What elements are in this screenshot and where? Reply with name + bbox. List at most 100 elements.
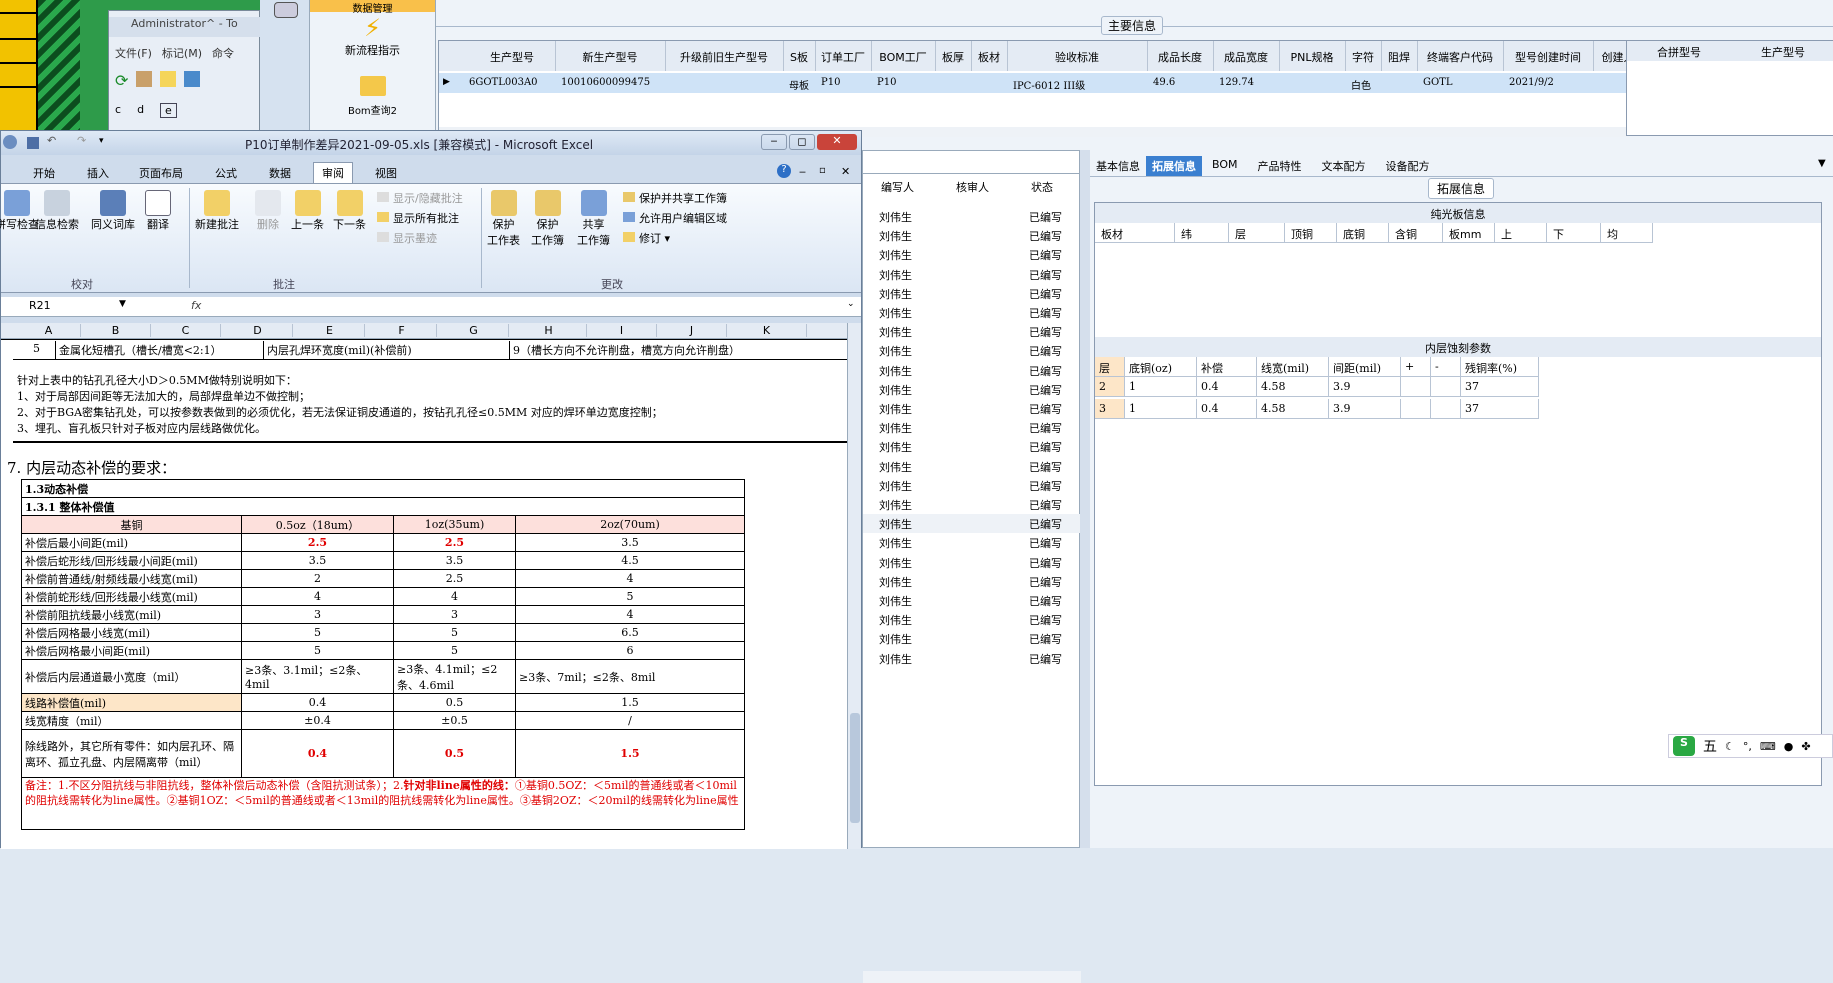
drive-c[interactable]: c <box>115 103 121 118</box>
status-row[interactable]: 刘伟生 已编写 <box>863 476 1081 495</box>
name-box-dropdown-icon[interactable]: ▼ <box>119 299 126 309</box>
fx-icon[interactable]: fx <box>191 299 201 312</box>
new-comment-button[interactable]: 新建批注 <box>195 190 239 232</box>
excel-vscroll-thumb[interactable] <box>850 713 860 823</box>
track-changes-button[interactable]: 修订 ▾ <box>623 230 670 246</box>
main-grid-header[interactable]: 板材 <box>971 49 1007 65</box>
plain-board-header[interactable]: 板mm <box>1443 223 1495 243</box>
plain-board-header[interactable]: 含铜 <box>1389 223 1443 243</box>
inner-etch-cell[interactable]: 37 <box>1461 377 1539 397</box>
main-grid-cell[interactable]: 6GOTL003A0 <box>469 77 555 88</box>
main-grid-header[interactable]: 成品宽度 <box>1213 49 1279 65</box>
inner-etch-cell[interactable]: 3.9 <box>1329 377 1401 397</box>
left-app-menu-mark[interactable]: 标记(M) <box>162 45 202 63</box>
plain-board-header[interactable]: 层 <box>1229 223 1285 243</box>
status-row[interactable]: 刘伟生 已编写 <box>863 457 1081 476</box>
bom-query-button[interactable]: Bom查询2 <box>310 76 435 117</box>
main-grid-cell[interactable]: IPC-6012 III级 <box>1013 77 1153 92</box>
status-row[interactable]: 刘伟生 已编写 <box>863 495 1081 514</box>
ribbon-restore-icon[interactable]: ▫ <box>819 165 826 176</box>
protect-share-button[interactable]: 保护并共享工作簿 <box>623 190 727 206</box>
ime-mode-label[interactable]: 五 <box>1703 736 1717 756</box>
status-row[interactable]: 刘伟生 已编写 <box>863 610 1081 629</box>
main-grid-header[interactable]: 成品长度 <box>1147 49 1213 65</box>
plain-board-header[interactable]: 下 <box>1547 223 1601 243</box>
user-icon[interactable]: ● <box>1784 740 1794 753</box>
moon-icon[interactable]: ☾ <box>1725 740 1735 753</box>
status-row[interactable]: 刘伟生 已编写 <box>863 553 1081 572</box>
main-grid-header[interactable]: 板厚 <box>935 49 971 65</box>
main-grid-header[interactable]: 订单工厂 <box>815 49 871 65</box>
main-grid-header[interactable]: S板 <box>783 49 815 65</box>
main-grid-header[interactable]: 验收标准 <box>1007 49 1147 65</box>
column-header[interactable]: A <box>17 324 81 337</box>
inner-etch-cell[interactable]: 1 <box>1125 377 1197 397</box>
inner-etch-cell[interactable]: 0.4 <box>1197 377 1257 397</box>
thesaurus-button[interactable]: 同义词库 <box>91 190 135 232</box>
plain-board-header[interactable]: 纬 <box>1175 223 1229 243</box>
research-button[interactable]: 信息检索 <box>35 190 79 232</box>
status-row[interactable]: 刘伟生 已编写 <box>863 629 1081 648</box>
excel-app-icon[interactable] <box>3 135 17 149</box>
column-header[interactable]: B <box>81 324 151 337</box>
name-box[interactable]: R21 <box>29 299 51 312</box>
plain-board-header[interactable]: 顶铜 <box>1285 223 1337 243</box>
inner-etch-cell[interactable]: 4.58 <box>1257 377 1329 397</box>
main-grid-header[interactable]: 阻焊 <box>1381 49 1417 65</box>
column-header[interactable]: J <box>657 324 727 337</box>
protect-sheet-button[interactable]: 保护 工作表 <box>487 190 520 248</box>
save-icon[interactable] <box>27 137 39 149</box>
redo-icon[interactable]: ↷ <box>77 134 86 147</box>
main-grid-header[interactable]: 生产型号 <box>469 49 555 65</box>
plain-board-header[interactable]: 底铜 <box>1337 223 1389 243</box>
tab-formula[interactable]: 公式 <box>215 165 237 181</box>
gamepad-icon[interactable] <box>274 2 298 18</box>
tab-layout[interactable]: 页面布局 <box>139 165 183 181</box>
new-flow-button[interactable]: ⚡ 新流程指示 <box>310 14 435 58</box>
grid-icon[interactable] <box>136 71 153 87</box>
tab-product[interactable]: 产品特性 <box>1248 156 1312 176</box>
status-row[interactable]: 刘伟生 已编写 <box>863 265 1081 284</box>
inner-etch-cell[interactable]: 3 <box>1095 399 1125 419</box>
status-row[interactable]: 刘伟生 已编写 <box>863 284 1081 303</box>
status-row[interactable]: 刘伟生 已编写 <box>863 226 1081 245</box>
show-hide-comment-button[interactable]: 显示/隐藏批注 <box>377 190 463 206</box>
show-ink-button[interactable]: 显示墨迹 <box>377 230 437 246</box>
drive-e[interactable]: e <box>160 103 177 118</box>
column-header[interactable]: H <box>511 324 587 337</box>
status-row[interactable]: 刘伟生 已编写 <box>863 649 1081 668</box>
main-grid-cell[interactable]: 49.6 <box>1153 77 1219 88</box>
ribbon-minimize-icon[interactable]: ‒ <box>799 165 806 178</box>
help-icon[interactable]: ? <box>777 164 791 178</box>
show-all-comments-button[interactable]: 显示所有批注 <box>377 210 459 226</box>
main-grid-cell[interactable]: P10 <box>821 77 877 88</box>
next-comment-button[interactable]: 下一条 <box>333 190 366 232</box>
inner-etch-cell[interactable]: 4.58 <box>1257 399 1329 419</box>
status-row[interactable]: 刘伟生 已编写 <box>863 380 1081 399</box>
left-app-menu-file[interactable]: 文件(F) <box>115 45 152 63</box>
pin-icon[interactable] <box>160 71 177 87</box>
inner-etch-header[interactable]: 层 <box>1095 357 1125 377</box>
minimize-button[interactable]: ‒ <box>761 134 787 150</box>
share-workbook-button[interactable]: 共享 工作簿 <box>577 190 610 248</box>
status-row[interactable]: 刘伟生 已编写 <box>863 437 1081 456</box>
inner-etch-cell[interactable]: 37 <box>1461 399 1539 419</box>
plain-board-header[interactable]: 板材 <box>1095 223 1175 243</box>
inner-etch-header[interactable]: 补偿 <box>1197 357 1257 377</box>
inner-etch-header[interactable]: 底铜(oz) <box>1125 357 1197 377</box>
drive-d[interactable]: d <box>137 103 144 118</box>
restore-button[interactable]: ◻ <box>789 134 815 150</box>
status-row[interactable]: 刘伟生 已编写 <box>863 591 1081 610</box>
inner-etch-cell[interactable]: 1 <box>1125 399 1197 419</box>
grid-menu-icon[interactable]: ✤ <box>1801 740 1810 753</box>
status-row[interactable]: 刘伟生 已编写 <box>863 322 1081 341</box>
protect-workbook-button[interactable]: 保护 工作簿 <box>531 190 564 248</box>
status-row[interactable]: 刘伟生 已编写 <box>863 303 1081 322</box>
inner-etch-cell[interactable]: 2 <box>1095 377 1125 397</box>
column-header[interactable]: F <box>367 324 437 337</box>
status-row[interactable]: 刘伟生 已编写 <box>863 418 1081 437</box>
left-app-menu-cmd[interactable]: 命令 <box>212 45 234 63</box>
inner-etch-header[interactable]: 残铜率(%) <box>1461 357 1539 377</box>
status-row[interactable]: 刘伟生 已编写 <box>863 514 1081 534</box>
tab-data[interactable]: 数据 <box>269 165 291 181</box>
